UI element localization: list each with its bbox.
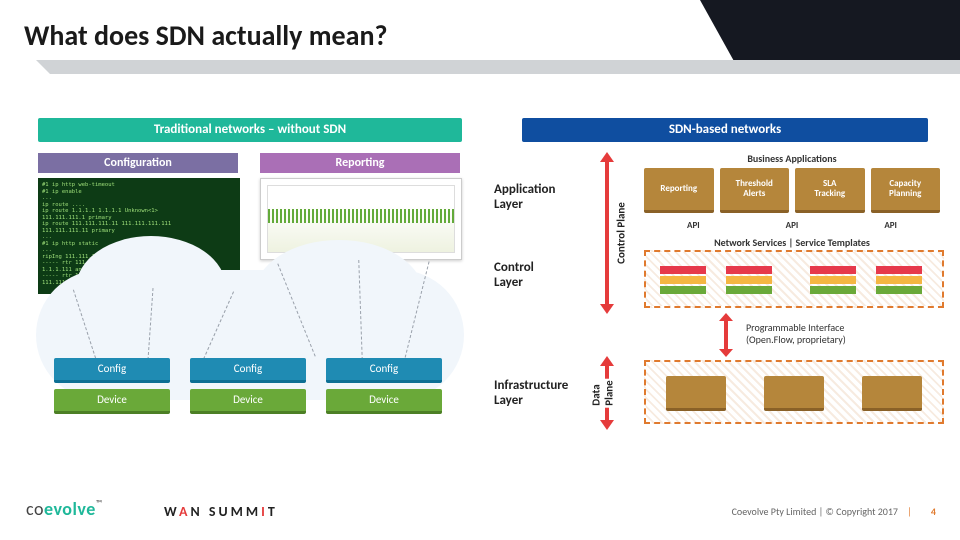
wifi-i-icon: I (261, 503, 268, 520)
device-box: Device (190, 389, 306, 414)
device-box: Device (54, 389, 170, 414)
subbanner-reporting: Reporting (260, 153, 460, 173)
config-box: Config (190, 358, 306, 383)
config-box: Config (54, 358, 170, 383)
device-column: Config Device (190, 358, 306, 414)
separator: | (907, 505, 912, 518)
corner-shape-grey (50, 60, 960, 74)
copyright-text: Coevolve Pty Limited | © Copyright 2017 (732, 505, 898, 518)
infrastructure-layer-box (644, 360, 944, 424)
footer: coevolve™ WAN SUMMIT Coevolve Pty Limite… (0, 480, 960, 540)
biz-app-reporting: Reporting (644, 168, 714, 213)
logo-text: co (26, 498, 44, 520)
service-icon (660, 264, 706, 294)
chart-sparkline (268, 209, 454, 223)
wifi-a-icon: A (179, 503, 190, 520)
programmable-interface-arrow (716, 320, 736, 350)
control-plane-indicator: Control Plane (590, 160, 624, 306)
biz-app-threshold: Threshold Alerts (720, 168, 790, 213)
data-plane-indicator: Data Plane (590, 364, 624, 422)
data-plane-label: Data Plane (590, 378, 616, 407)
wan-summit-logo: WAN SUMMIT (164, 503, 278, 520)
biz-app-capacity: Capacity Planning (871, 168, 941, 213)
switch-icon (862, 376, 922, 411)
api-row: API API API (644, 220, 940, 231)
page-number: 4 (931, 505, 936, 518)
logo-text: T (268, 503, 278, 520)
service-icon (810, 264, 856, 294)
control-plane-label: Control Plane (614, 200, 627, 266)
logo-text: N SUMM (191, 503, 262, 520)
programmable-interface-label: Programmable Interface (Open.Flow, propr… (746, 322, 942, 346)
label-application-layer: Application Layer (494, 182, 584, 212)
subbanner-configuration: Configuration (38, 153, 238, 173)
device-box: Device (326, 389, 442, 414)
biz-app-sla: SLA Tracking (795, 168, 865, 213)
switch-icon (666, 376, 726, 411)
label-control-layer: Control Layer (494, 260, 584, 290)
business-apps-heading: Business Applications (644, 152, 940, 165)
business-apps-row: Reporting Threshold Alerts SLA Tracking … (644, 168, 940, 213)
api-label: API (786, 220, 799, 231)
banner-sdn: SDN-based networks (522, 118, 928, 142)
switch-icon (764, 376, 824, 411)
trademark-icon: ™ (96, 498, 103, 509)
network-services-heading: Network Services | Service Templates (644, 236, 940, 249)
label-infrastructure-layer: Infrastructure Layer (494, 378, 584, 408)
bidir-arrow-icon (605, 160, 609, 306)
logo-text: W (164, 503, 179, 520)
api-label: API (687, 220, 700, 231)
control-layer-box (644, 250, 944, 308)
coevolve-logo: coevolve™ (26, 498, 103, 520)
config-box: Config (326, 358, 442, 383)
device-column: Config Device (326, 358, 442, 414)
service-icon (726, 264, 772, 294)
service-icon (876, 264, 922, 294)
logo-text: evolve (44, 498, 96, 520)
api-label: API (884, 220, 897, 231)
bidir-arrow-icon (724, 320, 728, 350)
device-column: Config Device (54, 358, 170, 414)
banner-traditional: Traditional networks – without SDN (38, 118, 462, 142)
